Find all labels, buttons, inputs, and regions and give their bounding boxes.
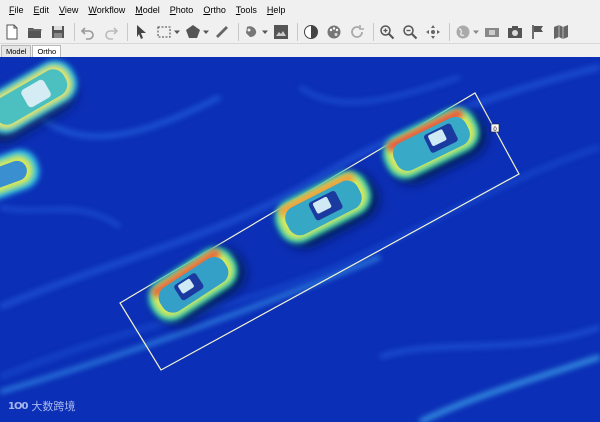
menu-model-rest: odel xyxy=(142,5,160,15)
toolbar-separator xyxy=(127,22,128,41)
chevron-down-icon[interactable] xyxy=(174,22,180,42)
chevron-down-icon[interactable] xyxy=(262,22,268,42)
ortho-heatmap: 0 xyxy=(0,57,600,422)
patch-icon[interactable] xyxy=(482,22,502,42)
globe-icon[interactable] xyxy=(453,22,473,42)
menu-tools-rest: ools xyxy=(240,5,257,15)
ortho-viewport[interactable]: 0 1O0 大数跨境 xyxy=(0,57,600,422)
view-tabs: Model Ortho xyxy=(0,44,600,57)
menu-file[interactable]: File xyxy=(4,0,29,20)
map-icon[interactable] xyxy=(551,22,571,42)
toolbar-separator xyxy=(297,22,298,41)
menu-help-rest: elp xyxy=(273,5,286,15)
image-icon[interactable] xyxy=(271,22,291,42)
menu-model[interactable]: Model xyxy=(130,0,165,20)
menu-photo-rest: hoto xyxy=(175,5,194,15)
tab-ortho[interactable]: Ortho xyxy=(32,45,62,57)
rectangle-selection-icon[interactable] xyxy=(154,22,174,42)
reset-view-icon[interactable] xyxy=(347,22,367,42)
menu-tools[interactable]: Tools xyxy=(231,0,262,20)
redo-icon[interactable] xyxy=(101,22,121,42)
save-icon[interactable] xyxy=(48,22,68,42)
zoom-in-icon[interactable] xyxy=(377,22,397,42)
toolbar xyxy=(0,20,600,44)
palette-icon[interactable] xyxy=(324,22,344,42)
toolbar-separator xyxy=(74,22,75,41)
tab-model[interactable]: Model xyxy=(1,45,32,57)
chevron-down-icon[interactable] xyxy=(473,22,479,42)
camera-icon[interactable] xyxy=(505,22,525,42)
menu-edit-rest: dit xyxy=(39,5,50,15)
chevron-down-icon[interactable] xyxy=(203,22,209,42)
menu-photo[interactable]: Photo xyxy=(165,0,199,20)
menu-workflow[interactable]: Workflow xyxy=(83,0,130,20)
menu-ortho-rest: rtho xyxy=(210,5,226,15)
polygon-icon[interactable] xyxy=(183,22,203,42)
toolbar-separator xyxy=(373,22,374,41)
undo-icon[interactable] xyxy=(78,22,98,42)
menu-help[interactable]: Help xyxy=(262,0,291,20)
watermark: 1O0 大数跨境 xyxy=(8,398,75,414)
toolbar-separator xyxy=(238,22,239,41)
menu-view[interactable]: View xyxy=(54,0,83,20)
watermark-logo: 1O0 xyxy=(8,400,28,412)
zoom-out-icon[interactable] xyxy=(400,22,420,42)
menu-file-rest: ile xyxy=(14,5,24,15)
menu-bar: File Edit View Workflow Model Photo Orth… xyxy=(0,0,600,20)
menu-workflow-rest: orkflow xyxy=(96,5,126,15)
open-icon[interactable] xyxy=(25,22,45,42)
ruler-icon[interactable] xyxy=(212,22,232,42)
menu-edit[interactable]: Edit xyxy=(29,0,55,20)
new-icon[interactable] xyxy=(2,22,22,42)
watermark-text: 大数跨境 xyxy=(31,400,76,413)
flag-icon[interactable] xyxy=(528,22,548,42)
navigation-pointer-icon[interactable] xyxy=(131,22,151,42)
toolbar-separator xyxy=(449,22,450,41)
menu-view-rest: iew xyxy=(64,5,79,15)
move-icon[interactable] xyxy=(423,22,443,42)
contrast-icon[interactable] xyxy=(301,22,321,42)
menu-ortho[interactable]: Ortho xyxy=(198,0,231,20)
brush-icon[interactable] xyxy=(242,22,262,42)
